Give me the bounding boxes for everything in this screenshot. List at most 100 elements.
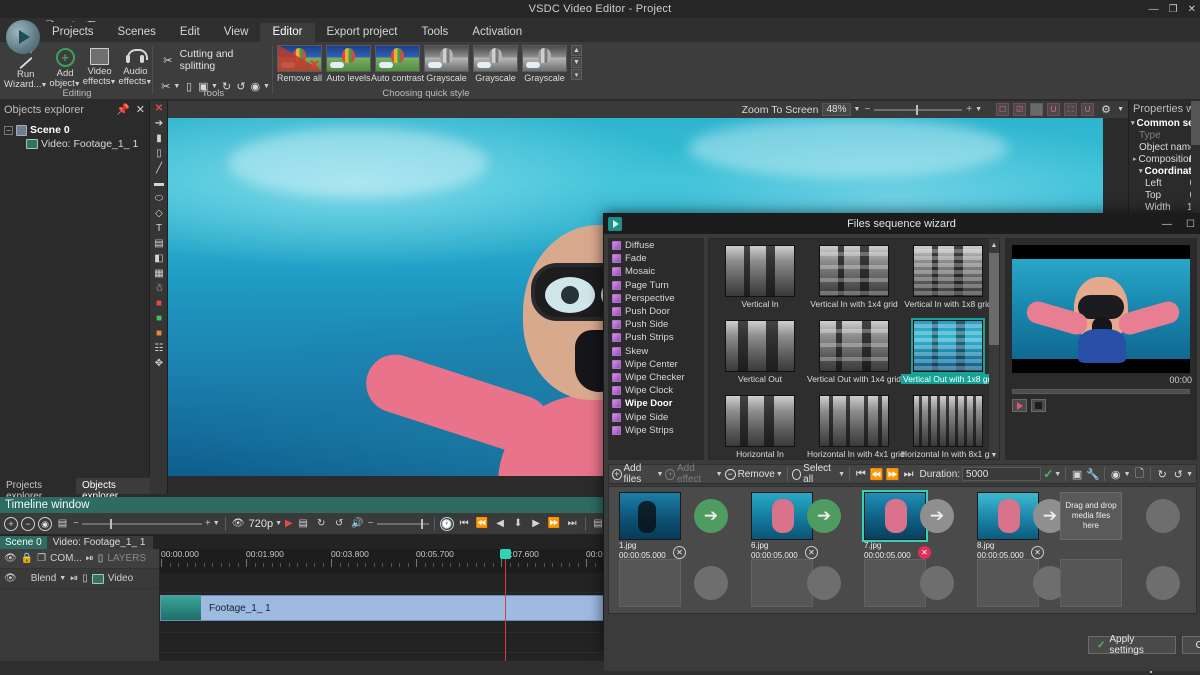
add-files-button[interactable]: +Add files▼ (612, 463, 663, 485)
seq-rewind-icon[interactable]: ⏪ (870, 466, 884, 482)
loop-icon[interactable]: ↻ (314, 517, 329, 530)
visibility-eye-icon[interactable]: 👁 (4, 573, 17, 584)
close-tool-icon[interactable]: ✕ (150, 101, 168, 116)
transition-item[interactable]: Push Door (609, 305, 703, 318)
chart-icon[interactable]: ▦ (150, 266, 168, 281)
pin-icon[interactable]: 📌 (116, 103, 130, 116)
time-clock-icon[interactable]: 🕐 (440, 517, 454, 531)
menu-item-tools[interactable]: Tools (409, 23, 460, 42)
placeholder-slot[interactable] (977, 559, 1039, 607)
track-header-layers[interactable]: 👁 🔒 ❐ COM... ⏯ ▯ LAYERS (0, 549, 159, 569)
properties-row-width[interactable]: Width10 (1129, 201, 1200, 213)
polygon-icon[interactable]: ◇ (150, 206, 168, 221)
grid-item-selected[interactable]: Vertical Out with 1x8 grid (901, 320, 995, 385)
marker-green-icon[interactable]: ■ (150, 311, 168, 326)
select-all-button[interactable]: Select all▼ (792, 463, 845, 485)
drop-zone[interactable]: Drag and drop media files here (1060, 492, 1122, 540)
transition-item[interactable]: Fade (609, 252, 703, 265)
grid-item[interactable]: Vertical In with 1x8 grid (901, 245, 995, 309)
dialog-preview-image[interactable] (1012, 245, 1190, 373)
placeholder-slot[interactable] (751, 559, 813, 607)
stop-icon[interactable]: ⬇ (511, 517, 526, 530)
transition-item[interactable]: Perspective (609, 292, 703, 305)
preview-eye-icon[interactable]: 👁 (231, 517, 246, 530)
tab-objects-explorer[interactable]: Objects explorer (76, 478, 150, 494)
grid-item[interactable]: Vertical In with 1x4 grid (807, 245, 901, 309)
transition-arrow[interactable]: ➔ (807, 499, 841, 533)
quick-style-remove-all[interactable]: ✕ Remove all (276, 45, 323, 83)
image-icon[interactable]: ▯ (150, 146, 168, 161)
seq-fast-forward-icon[interactable]: ⏩ (886, 466, 900, 482)
grid-scrollbar[interactable]: ▲ ▼ (989, 239, 999, 460)
transition-item[interactable]: Wipe Side (609, 410, 703, 423)
transition-item[interactable]: Push Strips (609, 331, 703, 344)
audio-wave-icon[interactable]: ⏯ (86, 553, 94, 564)
marker-orange-icon[interactable]: ■ (150, 326, 168, 341)
tree-item-scene[interactable]: − Scene 0 (4, 123, 145, 137)
fast-forward-icon[interactable]: ⏩ (547, 517, 562, 530)
lock-icon[interactable]: 🔒 (21, 553, 33, 564)
transition-item[interactable]: Mosaic (609, 265, 703, 278)
grid-item[interactable]: Vertical Out with 1x4 grid (807, 320, 901, 384)
layers-icon[interactable]: ❐ (37, 553, 46, 564)
timeline-resolution[interactable]: 720p (249, 518, 273, 530)
timeline-scale-icon[interactable]: ▤ (55, 517, 70, 530)
scroll-up-icon[interactable]: ▲ (571, 45, 582, 56)
counter-icon[interactable]: ▤ (150, 236, 168, 251)
menu-item-export-project[interactable]: Export project (315, 23, 410, 42)
zoom-slider-knob[interactable] (916, 105, 918, 115)
wrench-icon[interactable]: 🔧 (1086, 466, 1100, 482)
grid-item[interactable]: Vertical Out (713, 320, 807, 384)
menu-item-projects[interactable]: Projects (40, 23, 106, 42)
properties-section-coordinates[interactable]: ▾Coordinates (1129, 165, 1200, 177)
tab-projects-explorer[interactable]: Projects explorer (0, 478, 76, 494)
close-icon[interactable]: ✕ (1188, 4, 1196, 15)
zoom-out-timeline-icon[interactable]: − (21, 517, 35, 531)
crop-sequence-icon[interactable]: ▣ (1070, 466, 1084, 482)
transition-variants-grid[interactable]: Vertical In Vertical In with 1x4 grid Ve… (708, 238, 1000, 460)
visibility-eye-icon[interactable]: 👁 (4, 553, 17, 564)
blend-mode-label[interactable]: Blend (31, 573, 57, 584)
fit-height-icon[interactable]: ☑ (1013, 103, 1026, 116)
video-effects-button[interactable]: Videoeffects▼ (83, 45, 117, 91)
expand-gallery-icon[interactable]: ▾ (571, 69, 582, 80)
rewind-icon[interactable]: ⏪ (475, 517, 490, 530)
close-panel-icon[interactable]: ✕ (136, 103, 145, 116)
preview-play-icon[interactable]: ▶ (285, 518, 293, 529)
color-adjust-icon[interactable]: ◉ (1109, 466, 1123, 482)
sequence-item[interactable]: 1.jpg 00:00:05.000 ✕ (619, 492, 681, 560)
properties-row-top[interactable]: Top0. (1129, 189, 1200, 201)
rectangle-icon[interactable]: ▬ (150, 176, 168, 191)
apply-settings-button[interactable]: ✓ Apply settings (1088, 636, 1176, 654)
dialog-maximize-icon[interactable]: ☐ (1186, 219, 1195, 230)
duration-input[interactable]: 5000 (962, 467, 1041, 481)
zoom-in-icon[interactable]: + (966, 104, 972, 115)
scene-clip-name[interactable]: Video: Footage_1_ 1 (47, 536, 154, 549)
transition-item[interactable]: Diffuse (609, 239, 703, 252)
undo-region-icon[interactable]: U (1047, 103, 1060, 116)
placeholder-slot[interactable] (1060, 559, 1122, 607)
remove-item-icon-active[interactable]: ✕ (918, 546, 931, 559)
remove-button[interactable]: −Remove▼ (725, 469, 783, 480)
properties-section-common[interactable]: ▾Common settings (1129, 117, 1200, 129)
go-to-end-icon[interactable]: ⏭ (565, 517, 580, 530)
play-icon[interactable]: ▶ (529, 517, 544, 530)
preview-zoom-value[interactable]: 48% (822, 103, 850, 116)
audio-effects-button[interactable]: Audioeffects▼ (118, 45, 152, 91)
go-to-start-icon[interactable]: ⏮ (457, 517, 472, 530)
grid-item[interactable]: Vertical In (713, 245, 807, 309)
zoom-caret-icon[interactable]: ▼ (854, 106, 861, 113)
quick-style-grayscale-3[interactable]: Grayscale (521, 45, 568, 83)
menu-item-activation[interactable]: Activation (460, 23, 534, 42)
timeline-zoom-slider[interactable] (82, 523, 202, 525)
zoom-fit-timeline-icon[interactable]: ◉ (38, 517, 52, 531)
copy-icon[interactable]: 🗋 (1133, 466, 1147, 482)
text-icon[interactable]: T (150, 221, 168, 236)
line-icon[interactable]: ╱ (150, 161, 168, 176)
remove-item-icon[interactable]: ✕ (805, 546, 818, 559)
transition-item[interactable]: Page Turn (609, 279, 703, 292)
properties-row-composition[interactable]: ▸Composition mBl (1129, 153, 1200, 165)
refresh-icon[interactable]: ↺ (332, 517, 347, 530)
scene-tag[interactable]: Scene 0 (0, 536, 47, 549)
reset-region-icon[interactable]: U (1081, 103, 1094, 116)
